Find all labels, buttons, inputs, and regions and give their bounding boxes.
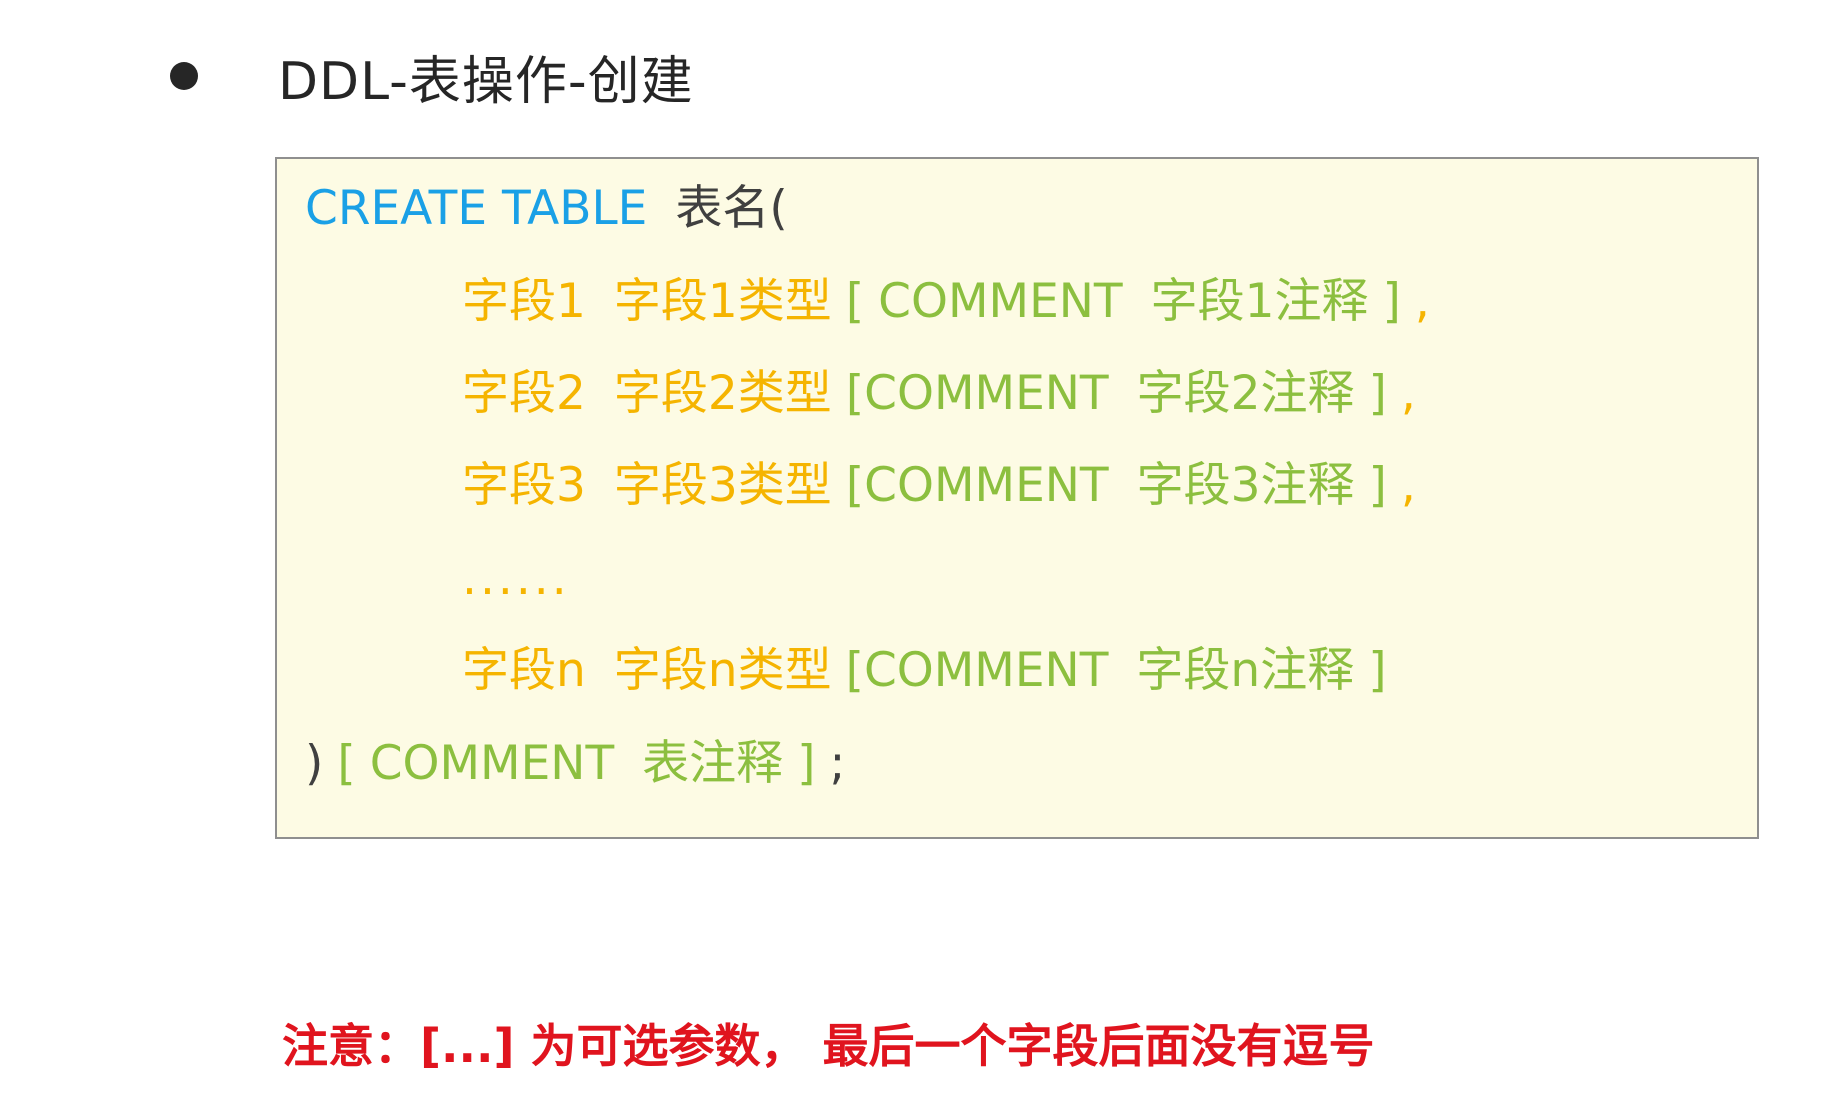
separator-comma: , bbox=[1414, 274, 1430, 329]
code-line-close: )[COMMENT 表注释]; bbox=[305, 729, 845, 799]
field-type: 字段n类型 bbox=[613, 643, 832, 698]
field-name: 字段2 bbox=[462, 366, 586, 421]
optional-open-bracket: [ bbox=[845, 366, 865, 421]
sql-keyword: CREATE TABLE bbox=[305, 181, 648, 236]
sql-syntax-box: CREATE TABLE 表名( 字段1 字段1类型[COMMENT 字段1注释], … bbox=[275, 157, 1759, 839]
separator-comma: , bbox=[1400, 366, 1416, 421]
closing-paren: ) bbox=[305, 736, 324, 791]
code-line-ellipsis: ...... bbox=[462, 544, 570, 614]
field-name: 字段n bbox=[462, 643, 586, 698]
field-type: 字段3类型 bbox=[613, 458, 832, 513]
field-comment: 字段n注释 bbox=[1136, 643, 1355, 698]
field-type: 字段1类型 bbox=[613, 274, 832, 329]
comment-keyword: COMMENT bbox=[863, 643, 1109, 698]
field-name: 字段3 bbox=[462, 458, 586, 513]
code-line-create: CREATE TABLE 表名( bbox=[305, 174, 788, 244]
optional-open-bracket: [ bbox=[845, 643, 864, 698]
code-line-field-n: 字段n 字段n类型 [COMMENT 字段n注释] bbox=[462, 636, 1387, 706]
ellipsis: ...... bbox=[462, 551, 570, 606]
optional-open-bracket: [ bbox=[337, 736, 356, 791]
comment-keyword: COMMENT bbox=[864, 458, 1109, 513]
code-line-field-3: 字段3 字段3类型 [COMMENT 字段3注释], bbox=[462, 451, 1416, 521]
optional-close-bracket: ] bbox=[1382, 274, 1401, 329]
optional-close-bracket: ] bbox=[1368, 643, 1387, 698]
field-type: 字段2类型 bbox=[613, 366, 832, 421]
note-text: 注意：[...] 为可选参数， 最后一个字段后面没有逗号 bbox=[282, 1019, 1375, 1073]
field-name: 字段1 bbox=[462, 274, 586, 329]
code-line-field-2: 字段2 字段2类型 [COMMENT 字段2注释], bbox=[462, 359, 1416, 429]
comment-keyword: COMMENT bbox=[864, 366, 1109, 421]
statement-terminator: ; bbox=[829, 736, 846, 791]
separator-comma: , bbox=[1400, 458, 1416, 513]
comment-keyword: COMMENT bbox=[878, 274, 1123, 329]
optional-open-bracket: [ bbox=[845, 458, 865, 513]
comment-keyword: COMMENT bbox=[369, 736, 615, 791]
code-line-field-1: 字段1 字段1类型[COMMENT 字段1注释], bbox=[462, 267, 1430, 337]
table-name: 表名( bbox=[675, 181, 788, 236]
field-comment: 字段3注释 bbox=[1136, 458, 1355, 513]
section-heading: DDL-表操作-创建 bbox=[170, 36, 694, 116]
optional-open-bracket: [ bbox=[845, 274, 865, 329]
table-comment: 表注释 bbox=[642, 736, 784, 791]
optional-close-bracket: ] bbox=[797, 736, 816, 791]
bullet-icon bbox=[170, 62, 198, 90]
field-comment: 字段1注释 bbox=[1150, 274, 1369, 329]
optional-close-bracket: ] bbox=[1368, 366, 1387, 421]
optional-close-bracket: ] bbox=[1368, 458, 1387, 513]
field-comment: 字段2注释 bbox=[1136, 366, 1355, 421]
heading-title: DDL-表操作-创建 bbox=[278, 51, 694, 112]
